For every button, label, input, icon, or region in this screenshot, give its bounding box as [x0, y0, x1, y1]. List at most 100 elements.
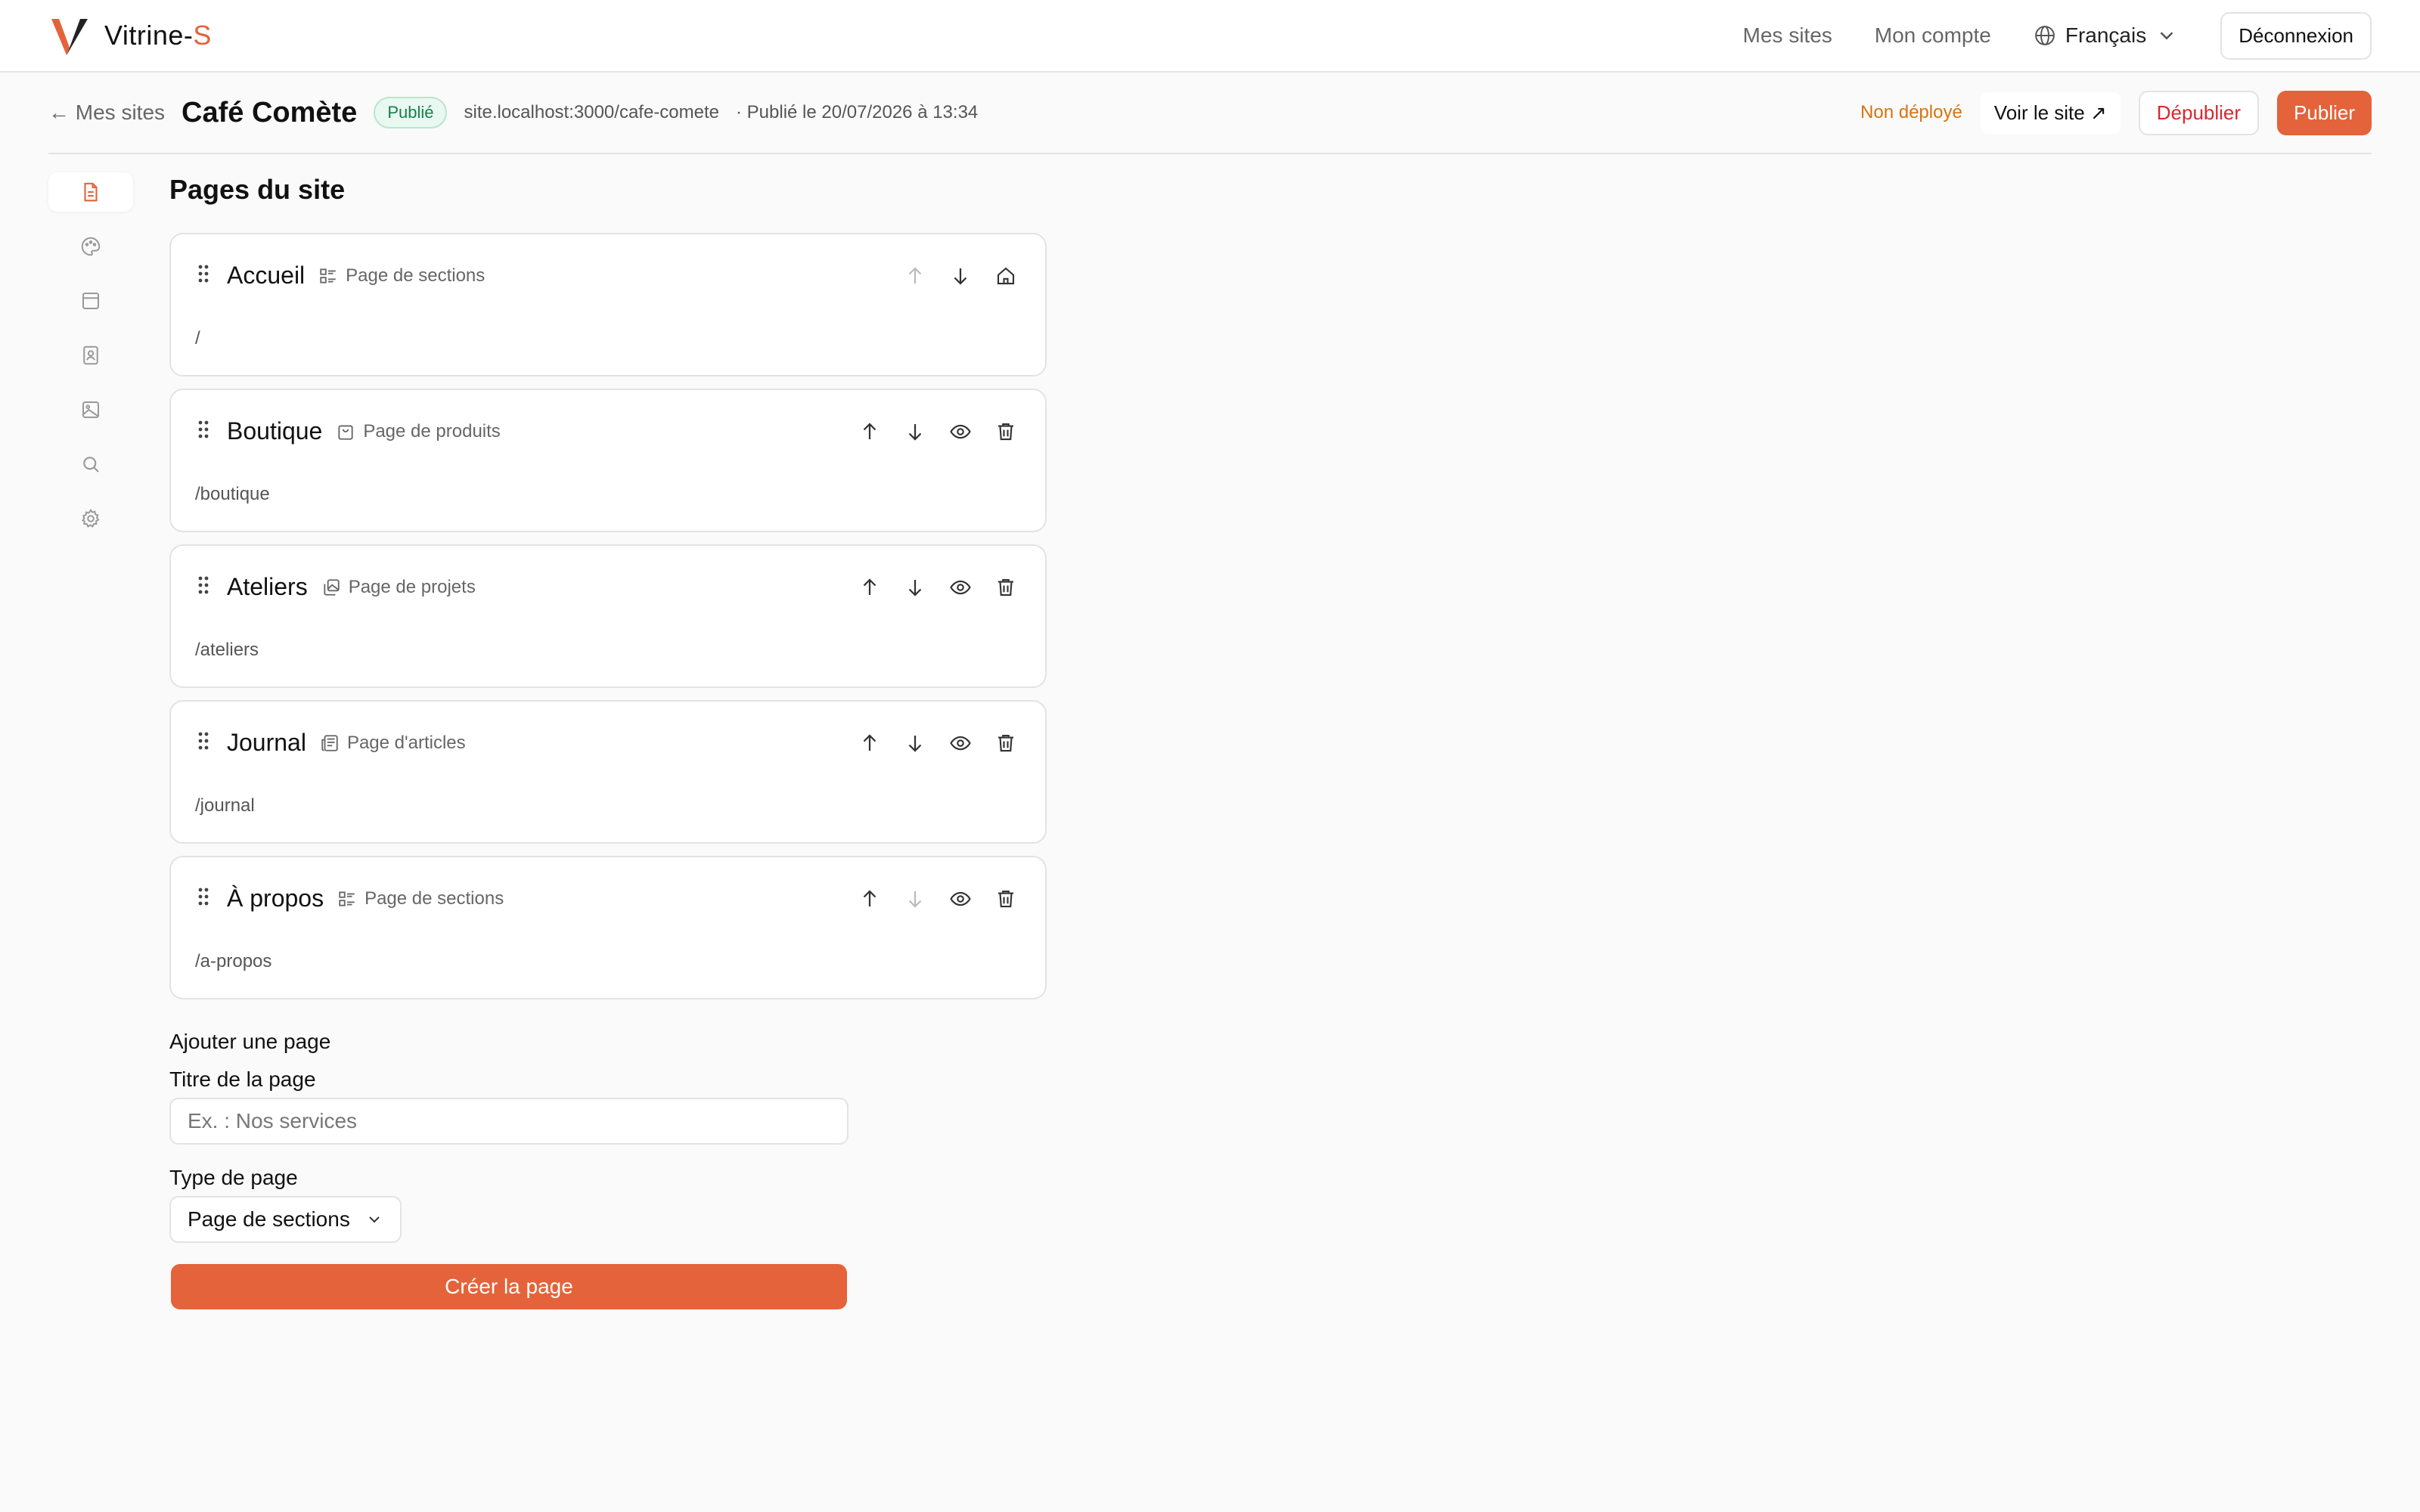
newspaper-icon — [320, 733, 340, 753]
chevron-down-icon — [369, 1216, 380, 1223]
rail-settings[interactable] — [48, 499, 133, 538]
drag-handle-icon[interactable] — [194, 885, 213, 912]
page-slug: /a-propos — [195, 951, 272, 971]
page-card-title: Accueil — [227, 262, 306, 289]
view-site-link[interactable]: Voir le site ↗ — [1980, 91, 2121, 134]
rail-layout[interactable] — [48, 281, 133, 321]
move-up-button[interactable] — [858, 887, 882, 911]
brand-suffix: S — [193, 20, 212, 51]
rail-pages[interactable] — [48, 172, 133, 212]
page-actions — [858, 731, 1018, 755]
page-card[interactable]: À propos Page de sections /a-propos — [169, 856, 1047, 999]
home-icon — [994, 264, 1018, 288]
create-page-button[interactable]: Créer la page — [171, 1264, 847, 1309]
page-card[interactable]: Accueil Page de sections / — [169, 233, 1047, 376]
page-card[interactable]: Ateliers Page de projets /ateliers — [169, 544, 1047, 688]
page-type-select[interactable]: Page de sections — [169, 1196, 402, 1243]
rail-contact[interactable] — [48, 336, 133, 375]
drag-handle-icon[interactable] — [194, 730, 213, 756]
preview-button[interactable] — [948, 887, 973, 911]
delete-button[interactable] — [994, 731, 1018, 755]
page-card[interactable]: Journal Page d'articles /journal — [169, 700, 1047, 844]
gallery-icon — [321, 578, 341, 597]
chevron-down-icon — [2160, 32, 2173, 40]
page-title-label: Titre de la page — [169, 1067, 316, 1091]
page-slug: /ateliers — [195, 640, 259, 660]
page-type-label: Page de produits — [363, 420, 501, 442]
rail-theme[interactable] — [48, 227, 133, 266]
move-up-button[interactable] — [858, 420, 882, 444]
pages-icon — [84, 182, 98, 202]
sections-icon — [337, 889, 357, 909]
deploy-status: Non déployé — [1860, 102, 1962, 122]
page-actions — [903, 264, 1018, 288]
page-type: Page de produits — [336, 420, 501, 442]
page-type-label: Page de sections — [346, 265, 486, 286]
preview-button[interactable] — [948, 731, 973, 755]
add-page-form: Ajouter une page Titre de la page Type d… — [169, 1030, 1047, 1309]
page-card-title: Ateliers — [227, 573, 308, 600]
site-url: site.localhost:3000/cafe-comete — [464, 102, 720, 122]
unpublish-button[interactable]: Dépublier — [2138, 90, 2260, 135]
back-to-sites-link[interactable]: ← Mes sites — [48, 101, 165, 125]
page-card[interactable]: Boutique Page de produits /boutique — [169, 389, 1047, 532]
page-slug: /boutique — [195, 484, 270, 504]
page-type: Page de sections — [337, 888, 504, 909]
page-type: Page d'articles — [320, 733, 466, 754]
delete-button[interactable] — [994, 420, 1018, 444]
brand-name: Vitrine-S — [104, 20, 212, 51]
move-down-button[interactable] — [948, 264, 973, 288]
move-up-button[interactable] — [858, 731, 882, 755]
pages-list: Accueil Page de sections / Boutique Page… — [169, 233, 1047, 999]
nav-my-sites[interactable]: Mes sites — [1743, 23, 1832, 48]
layout-icon — [82, 293, 99, 309]
rail-seo[interactable] — [48, 445, 133, 484]
page-type-label: Type de page — [169, 1166, 298, 1189]
palette-icon — [81, 237, 101, 256]
page-card-title: Journal — [227, 729, 306, 756]
search-icon — [83, 457, 99, 472]
rail-media[interactable] — [48, 390, 133, 429]
page-title-input[interactable] — [169, 1098, 849, 1145]
top-bar: Vitrine-S Mes sites Mon compte Français … — [0, 0, 2420, 73]
preview-button[interactable] — [948, 575, 973, 600]
move-down-button[interactable] — [903, 731, 927, 755]
publish-button[interactable]: Publier — [2277, 90, 2372, 135]
move-down-button — [903, 887, 927, 911]
page-actions — [858, 887, 1018, 911]
delete-button[interactable] — [994, 887, 1018, 911]
globe-icon — [2034, 26, 2055, 45]
drag-handle-icon[interactable] — [194, 418, 213, 445]
page-type-value: Page de sections — [188, 1207, 350, 1231]
page-card-title: À propos — [227, 885, 324, 912]
drag-handle-icon[interactable] — [194, 262, 213, 289]
sections-icon — [318, 266, 338, 286]
drag-handle-icon[interactable] — [194, 574, 213, 600]
move-down-button[interactable] — [903, 420, 927, 444]
brand[interactable]: Vitrine-S — [48, 14, 212, 57]
contact-icon — [83, 345, 98, 365]
move-up-button[interactable] — [858, 575, 882, 600]
main-content: Pages du site Accueil Page de sections /… — [169, 174, 1047, 1309]
move-up-button — [903, 264, 927, 288]
image-icon — [82, 401, 99, 418]
page-type: Page de sections — [318, 265, 485, 287]
preview-button[interactable] — [948, 420, 973, 444]
move-down-button[interactable] — [903, 575, 927, 600]
logo-icon — [51, 19, 88, 55]
top-nav: Mes sites Mon compte Français Déconnexio… — [1743, 11, 2372, 60]
page-title: Pages du site — [169, 174, 346, 205]
status-badge: Publié — [374, 97, 448, 129]
published-date: · Publié le 20/07/2026 à 13:34 — [736, 102, 979, 122]
language-selector[interactable]: Français — [2034, 23, 2178, 48]
page-type-label: Page de projets — [348, 576, 476, 597]
site-header: ← Mes sites Café Comète Publié site.loca… — [48, 73, 2372, 154]
delete-button[interactable] — [994, 575, 1018, 600]
page-type-label: Page d'articles — [346, 732, 466, 753]
page-type: Page de projets — [321, 577, 476, 598]
page-actions — [858, 420, 1018, 444]
page-slug: /journal — [195, 795, 255, 816]
logout-button[interactable]: Déconnexion — [2220, 11, 2372, 60]
settings-icon — [81, 508, 100, 528]
nav-my-account[interactable]: Mon compte — [1875, 23, 1991, 48]
